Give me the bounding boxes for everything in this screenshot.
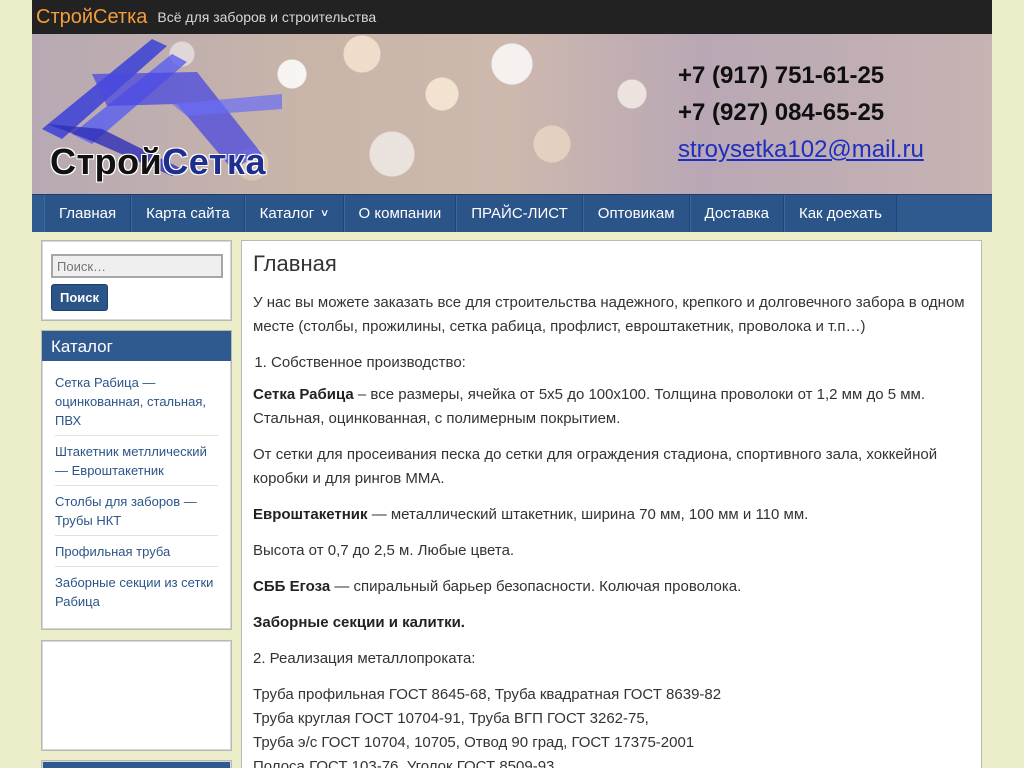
phone-1: +7 (917) 751-61-25 bbox=[678, 62, 885, 89]
search-widget: Поиск bbox=[41, 240, 232, 321]
sidebar-widget-header bbox=[41, 760, 232, 768]
header-banner[interactable]: СтройСетка +7 (917) 751-61-25 +7 (927) 0… bbox=[32, 34, 992, 194]
catalog-item[interactable]: Столбы для заборов — Трубы НКТ bbox=[55, 492, 218, 536]
brand-part-2: Сетка bbox=[162, 141, 266, 182]
product-line: Труба э/с ГОСТ 10704, 10705, Отвод 90 гр… bbox=[253, 734, 695, 751]
paragraph-picket: Евроштакетник — металлический штакетник,… bbox=[253, 503, 970, 527]
nav-item-label: Доставка bbox=[704, 205, 769, 222]
paragraph-text: – все размеры, ячейка от 5х5 до 100х100.… bbox=[253, 386, 926, 427]
nav-item-label: Оптовикам bbox=[597, 205, 675, 222]
paragraph-barrier: СББ Егоза — спиральный барьер безопаснос… bbox=[253, 575, 970, 599]
nav-item-label: Каталог bbox=[259, 205, 315, 222]
intro-paragraph: У нас вы можете заказать все для строите… bbox=[253, 294, 965, 335]
paragraph-mesh: Сетка Рабица – все размеры, ячейка от 5х… bbox=[253, 383, 970, 431]
nav-item-catalog[interactable]: Каталог ∨ bbox=[244, 195, 344, 232]
bold-label: Евроштакетник bbox=[253, 506, 368, 523]
nav-item-label: Главная bbox=[59, 205, 117, 222]
catalog-title: Каталог bbox=[42, 331, 231, 361]
catalog-item[interactable]: Сетка Рабица — оцинкованная, стальная, П… bbox=[55, 373, 218, 436]
paragraph-text: — металлический штакетник, ширина 70 мм,… bbox=[367, 506, 809, 523]
main-content: Главная У нас вы можете заказать все для… bbox=[241, 240, 982, 768]
list-item: Собственное производство: bbox=[271, 351, 970, 375]
top-bar: СтройСетка Всё для заборов и строительст… bbox=[32, 0, 992, 34]
product-line: Труба профильная ГОСТ 8645-68, Труба ква… bbox=[253, 686, 722, 703]
page-title: Главная bbox=[253, 251, 337, 276]
catalog-item[interactable]: Заборные секции из сетки Рабица bbox=[55, 573, 218, 616]
nav-item-about[interactable]: О компании bbox=[343, 195, 457, 232]
paragraph-height: Высота от 0,7 до 2,5 м. Любые цвета. bbox=[253, 542, 515, 559]
ordered-list: Собственное производство: bbox=[271, 351, 970, 375]
catalog-widget: Каталог Сетка Рабица — оцинкованная, ста… bbox=[41, 330, 232, 630]
nav-item-label: Как доехать bbox=[798, 205, 882, 222]
paragraph-sections: Заборные секции и калитки. bbox=[253, 611, 970, 635]
chevron-down-icon: ∨ bbox=[320, 208, 330, 219]
paragraph-mesh-usage: От сетки для просеивания песка до сетки … bbox=[253, 446, 938, 487]
nav-item-label: Карта сайта bbox=[146, 205, 230, 222]
email-link[interactable]: stroysetka102@mail.ru bbox=[678, 136, 924, 164]
nav-item-price-list[interactable]: ПРАЙС-ЛИСТ bbox=[456, 195, 583, 232]
banner-brand: СтройСетка bbox=[50, 141, 266, 183]
nav-item-home[interactable]: Главная bbox=[44, 195, 132, 232]
catalog-list: Сетка Рабица — оцинкованная, стальная, П… bbox=[42, 361, 231, 616]
nav-item-delivery[interactable]: Доставка bbox=[689, 195, 784, 232]
site-description: Всё для заборов и строительства bbox=[157, 9, 377, 25]
phone-2: +7 (927) 084-65-25 bbox=[678, 99, 885, 126]
empty-widget bbox=[41, 640, 232, 751]
nav-menu: Главная Карта сайта Каталог ∨ О компании … bbox=[44, 195, 897, 232]
nav-item-wholesale[interactable]: Оптовикам bbox=[582, 195, 690, 232]
product-line: Труба круглая ГОСТ 10704-91, Труба ВГП Г… bbox=[253, 710, 649, 727]
catalog-item[interactable]: Профильная труба bbox=[55, 542, 218, 567]
site-title[interactable]: СтройСетка bbox=[36, 6, 147, 29]
bold-label: Сетка Рабица bbox=[253, 386, 354, 403]
bold-label: СББ Егоза bbox=[253, 578, 331, 595]
search-input[interactable] bbox=[51, 254, 223, 278]
paragraph-text: — спиральный барьер безопасности. Колюча… bbox=[330, 578, 742, 595]
nav-item-label: ПРАЙС-ЛИСТ bbox=[471, 205, 568, 222]
brand-part-1: Строй bbox=[50, 141, 163, 182]
nav-item-label: О компании bbox=[358, 205, 442, 222]
nav-item-sitemap[interactable]: Карта сайта bbox=[131, 195, 245, 232]
paragraph-metal: 2. Реализация металлопроката: bbox=[253, 650, 476, 667]
bold-label: Заборные секции и калитки. bbox=[253, 614, 465, 631]
nav-item-directions[interactable]: Как доехать bbox=[783, 195, 897, 232]
product-line: Полоса ГОСТ 103-76, Уголок ГОСТ 8509-93 bbox=[253, 758, 555, 768]
catalog-item[interactable]: Штакетник метллический — Евроштакетник bbox=[55, 442, 218, 486]
search-button[interactable]: Поиск bbox=[51, 284, 109, 311]
main-nav: Главная Карта сайта Каталог ∨ О компании … bbox=[32, 194, 992, 232]
product-lines: Труба профильная ГОСТ 8645-68, Труба ква… bbox=[253, 683, 970, 768]
